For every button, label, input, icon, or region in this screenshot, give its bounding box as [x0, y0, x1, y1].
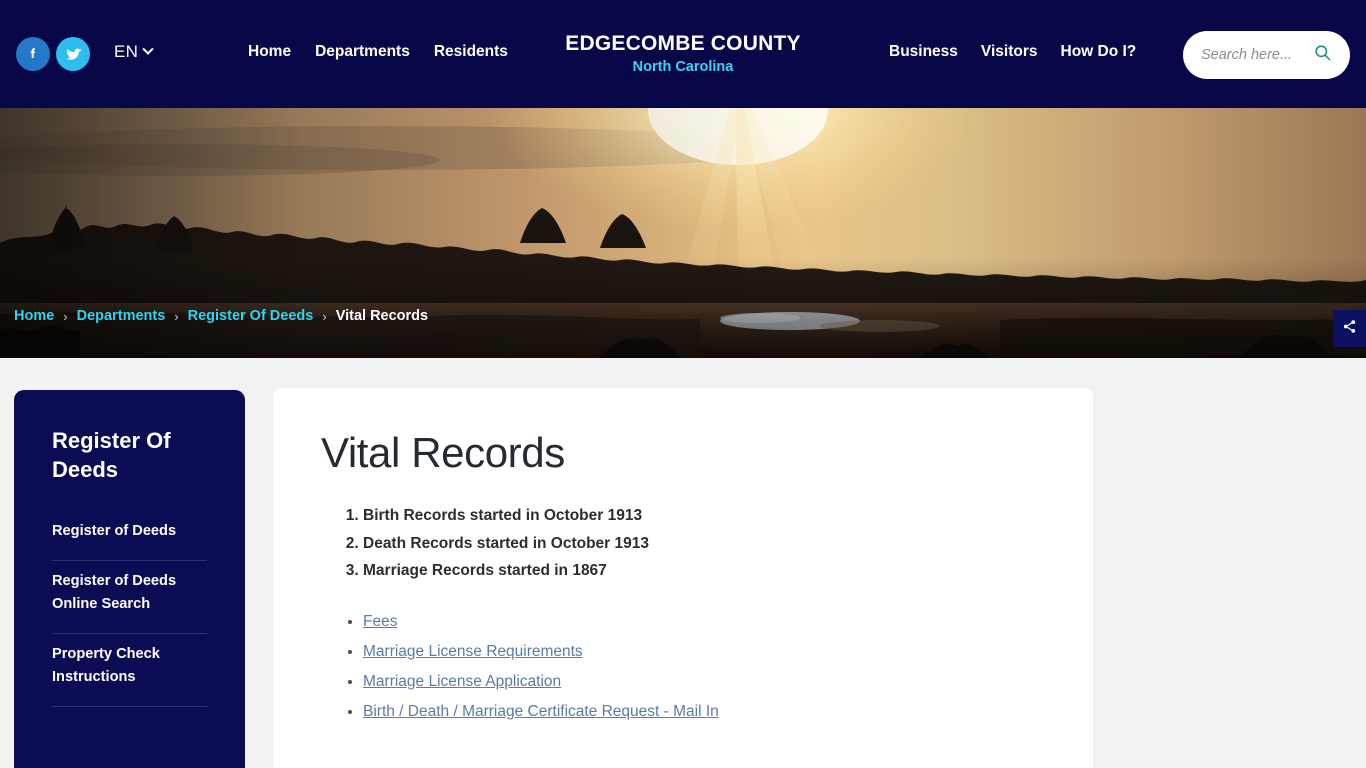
search-input[interactable]: [1201, 47, 1309, 63]
language-label: EN: [114, 42, 139, 61]
list-item: Fees: [363, 607, 1045, 637]
nav-item-home[interactable]: Home: [248, 43, 291, 61]
sidebar-item-property-check-instructions[interactable]: Property Check Instructions: [52, 634, 207, 708]
twitter-icon[interactable]: [56, 37, 90, 71]
share-icon: [1342, 319, 1357, 339]
sidebar: Register Of Deeds Register of Deeds Regi…: [14, 390, 245, 768]
site-brand: EDGECOMBE COUNTY North Carolina: [0, 32, 1366, 75]
breadcrumb-separator-icon: ›: [63, 308, 68, 324]
brand-title: EDGECOMBE COUNTY: [565, 32, 801, 55]
list-item: Marriage Records started in 1867: [363, 557, 1045, 585]
list-item: Birth / Death / Marriage Certificate Req…: [363, 697, 1045, 727]
related-links-list: Fees Marriage License Requirements Marri…: [347, 607, 1045, 727]
nav-item-departments[interactable]: Departments: [315, 43, 410, 61]
primary-nav-right: Business Visitors How Do I?: [889, 43, 1136, 61]
link-certificate-request-mail-in[interactable]: Birth / Death / Marriage Certificate Req…: [363, 703, 719, 720]
breadcrumb-item-departments[interactable]: Departments: [77, 308, 166, 324]
records-start-dates-list: Birth Records started in October 1913 De…: [347, 502, 1045, 585]
list-item: Marriage License Application: [363, 667, 1045, 697]
chevron-down-icon: [142, 43, 154, 55]
facebook-icon[interactable]: [16, 37, 50, 71]
nav-item-visitors[interactable]: Visitors: [981, 43, 1038, 61]
breadcrumb-item-home[interactable]: Home: [14, 308, 54, 324]
list-item: Birth Records started in October 1913: [363, 502, 1045, 530]
nav-item-residents[interactable]: Residents: [434, 43, 508, 61]
breadcrumb-item-register-of-deeds[interactable]: Register Of Deeds: [188, 308, 314, 324]
link-marriage-license-requirements[interactable]: Marriage License Requirements: [363, 643, 583, 660]
page-title: Vital Records: [321, 429, 565, 476]
share-button[interactable]: [1333, 310, 1366, 347]
social-links: [16, 37, 90, 71]
breadcrumb-separator-icon: ›: [322, 308, 327, 324]
breadcrumb-item-current: Vital Records: [335, 308, 429, 324]
link-fees[interactable]: Fees: [363, 613, 397, 630]
language-selector[interactable]: EN: [114, 42, 154, 62]
primary-nav-left: Home Departments Residents: [248, 43, 508, 61]
brand-subtitle: North Carolina: [632, 59, 734, 76]
sidebar-item-register-of-deeds-online-search[interactable]: Register of Deeds Online Search: [52, 561, 207, 635]
search-icon[interactable]: [1313, 43, 1332, 67]
search-box[interactable]: [1183, 31, 1350, 79]
main-content-card: Vital Records Birth Records started in O…: [273, 388, 1093, 768]
sidebar-title: Register Of Deeds: [52, 428, 171, 483]
breadcrumb: Home › Departments › Register Of Deeds ›…: [14, 308, 428, 324]
site-header: EN Home Departments Residents EDGECOMBE …: [0, 0, 1366, 108]
sidebar-item-register-of-deeds[interactable]: Register of Deeds: [52, 520, 207, 562]
nav-item-how-do-i[interactable]: How Do I?: [1061, 43, 1137, 61]
list-item: Marriage License Requirements: [363, 637, 1045, 667]
link-marriage-license-application[interactable]: Marriage License Application: [363, 673, 561, 690]
breadcrumb-separator-icon: ›: [174, 308, 179, 324]
page-body: Register Of Deeds Register of Deeds Regi…: [0, 358, 1366, 768]
list-item: Death Records started in October 1913: [363, 530, 1045, 558]
nav-item-business[interactable]: Business: [889, 43, 958, 61]
hero-banner: Home › Departments › Register Of Deeds ›…: [0, 108, 1366, 358]
